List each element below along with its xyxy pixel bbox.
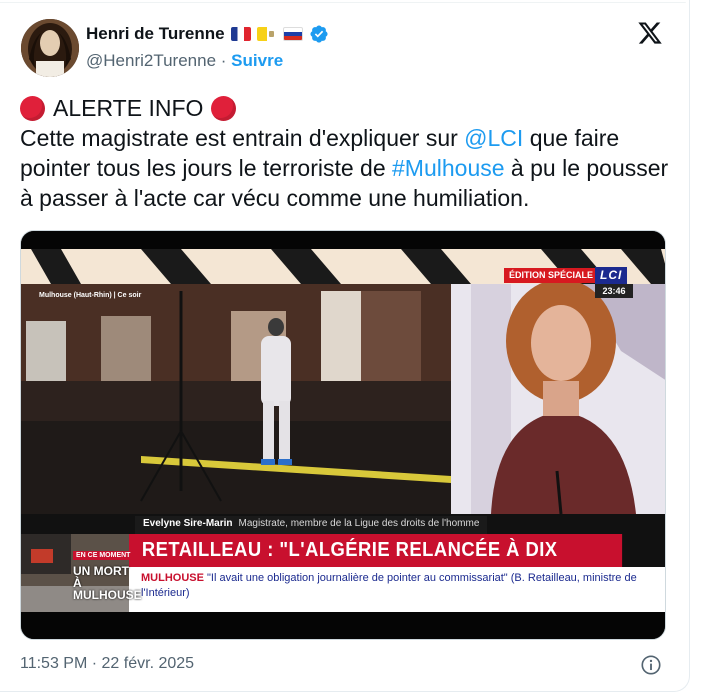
flag-france-icon [230, 27, 251, 41]
tweet-time[interactable]: 11:53 PM [20, 655, 87, 672]
lci-logo: LCI [595, 267, 628, 284]
tweet-text-part1: Cette magistrate est entrain d'expliquer… [20, 125, 465, 151]
red-circle-icon [211, 95, 237, 121]
edition-speciale-badge: ÉDITION SPÉCIALE [504, 268, 599, 283]
author-handle-row: @Henri2Turenne · Suivre [86, 51, 283, 71]
tweet-card: Henri de Turenne @Henri2Turenne · Suivre… [0, 0, 690, 692]
handle-separator: · [220, 51, 227, 70]
verified-badge-icon[interactable] [309, 24, 329, 44]
news-headline-banner: RETAILLEAU : "L'ALGÉRIE RELANCÉE À DIX R… [129, 534, 623, 594]
speaker-nameplate: Evelyne Sire-Marin Magistrate, membre de… [135, 516, 488, 534]
inset-tag: EN CE MOMENT [73, 551, 134, 560]
author-display-name[interactable]: Henri de Turenne [86, 24, 225, 44]
tweet-media-video[interactable]: Mulhouse (Haut-Rhin) | Ce soir ÉDITION S… [20, 230, 666, 640]
tweet-text: ALERTE INFO Cette magistrate est entrain… [20, 93, 680, 213]
author-avatar[interactable] [21, 19, 79, 77]
speaker-name: Evelyne Sire-Marin [143, 518, 233, 529]
tweet-body: Cette magistrate est entrain d'expliquer… [20, 123, 680, 213]
flag-vatican-icon [256, 27, 277, 41]
news-subline: MULHOUSE "Il avait une obligation journa… [129, 567, 665, 612]
card-top-edge [0, 2, 686, 3]
speaker-role: Magistrate, membre de la Ligue des droit… [238, 518, 480, 529]
inset-title: UN MORT À MULHOUSE [73, 564, 142, 602]
tweet-date[interactable]: 22 févr. 2025 [102, 655, 195, 672]
timestamp-separator: · [91, 655, 98, 672]
author-handle[interactable]: @Henri2Turenne [86, 51, 216, 70]
tweet-timestamp[interactable]: 11:53 PM · 22 févr. 2025 [20, 655, 194, 673]
subline-quote: "Il avait une obligation journalière de … [141, 572, 637, 599]
mention-lci-link[interactable]: @LCI [464, 125, 523, 151]
hashtag-mulhouse-link[interactable]: #Mulhouse [392, 155, 505, 181]
alert-line: ALERTE INFO [20, 93, 680, 123]
video-clock: 23:46 [595, 284, 633, 298]
follow-button[interactable]: Suivre [231, 51, 283, 70]
alert-label: ALERTE INFO [53, 95, 204, 121]
flag-russia-icon [282, 27, 303, 41]
author-name-row[interactable]: Henri de Turenne [86, 24, 329, 44]
subline-city: MULHOUSE [141, 572, 204, 584]
x-logo-icon[interactable] [636, 20, 664, 46]
video-place-tag: Mulhouse (Haut-Rhin) | Ce soir [39, 292, 142, 299]
red-circle-icon [20, 95, 45, 121]
info-icon[interactable] [640, 654, 662, 676]
